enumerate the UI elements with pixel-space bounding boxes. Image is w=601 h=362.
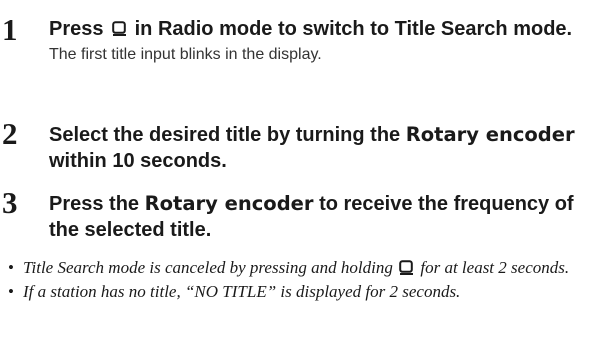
step-description: The first title input blinks in the disp… <box>49 46 322 63</box>
note-text-part: Title Search mode is canceled by pressin… <box>23 258 393 277</box>
step-text-part: within 10 seconds. <box>49 150 227 172</box>
rotary-encoder-term: Rotary encoder <box>405 123 575 146</box>
step-instruction: Press in Radio mode to switch to Title S… <box>49 16 594 65</box>
note-item: • If a station has no title, “NO TITLE” … <box>8 281 596 303</box>
step-number: 2 <box>2 116 18 151</box>
step-text-part: Press <box>49 18 104 40</box>
step-2: 2 Select the desired title by turning th… <box>0 118 601 178</box>
step-text-part: Press the <box>49 193 140 215</box>
title-search-icon <box>112 21 127 36</box>
bullet: • <box>8 282 14 301</box>
title-search-icon <box>399 260 414 275</box>
step-text-part: Select the desired title by turning the <box>49 124 401 146</box>
step-instruction: Press the Rotary encoder to receive the … <box>49 191 594 243</box>
step-1: 1 Press in Radio mode to switch to Title… <box>0 14 601 104</box>
bullet: • <box>8 258 14 277</box>
notes-list: • Title Search mode is canceled by press… <box>8 257 596 305</box>
step-number: 1 <box>2 12 18 47</box>
step-3: 3 Press the Rotary encoder to receive th… <box>0 187 601 247</box>
note-text-part: for at least 2 seconds. <box>420 258 570 277</box>
rotary-encoder-term: Rotary encoder <box>144 192 314 215</box>
step-instruction: Select the desired title by turning the … <box>49 122 594 174</box>
note-text: If a station has no title, “NO TITLE” is… <box>23 282 461 301</box>
note-item: • Title Search mode is canceled by press… <box>8 257 596 279</box>
step-number: 3 <box>2 185 18 220</box>
step-text-part: in Radio mode to switch to Title Search … <box>134 18 573 40</box>
